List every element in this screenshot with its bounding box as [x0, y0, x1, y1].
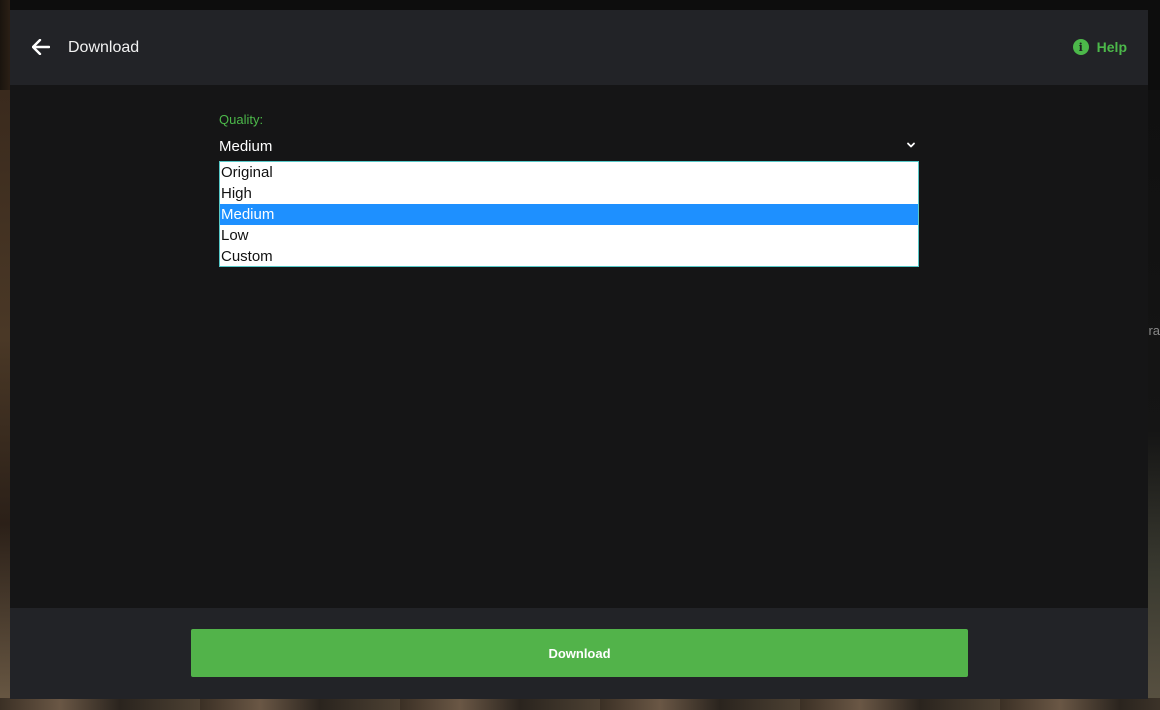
- back-button[interactable]: [28, 34, 54, 60]
- info-icon: i: [1072, 39, 1089, 55]
- background-image-left: [0, 90, 10, 710]
- background-thumbnail-strip: [0, 698, 1160, 710]
- dialog-footer: Download: [10, 608, 1148, 699]
- quality-label: Quality:: [219, 112, 264, 127]
- quality-select-value: Medium: [219, 138, 273, 155]
- quality-option-medium[interactable]: Medium: [220, 204, 918, 225]
- download-button[interactable]: Download: [191, 629, 968, 677]
- background-image-right: [1148, 90, 1160, 710]
- arrow-left-icon: [32, 39, 50, 55]
- quality-options-list: Original High Medium Low Custom: [219, 161, 919, 267]
- quality-option-custom[interactable]: Custom: [220, 246, 918, 267]
- help-label: Help: [1096, 39, 1127, 55]
- quality-option-high[interactable]: High: [220, 183, 918, 204]
- download-dialog: Download i Help Download: [10, 10, 1148, 699]
- dialog-title: Download: [68, 39, 140, 56]
- background-text: ra: [1148, 323, 1160, 338]
- quality-option-original[interactable]: Original: [220, 162, 918, 183]
- quality-option-low[interactable]: Low: [220, 225, 918, 246]
- chevron-down-icon: [907, 142, 915, 148]
- help-link[interactable]: i Help: [1072, 39, 1127, 55]
- dialog-header: Download i Help: [10, 10, 1148, 85]
- quality-select[interactable]: Medium: [219, 136, 919, 158]
